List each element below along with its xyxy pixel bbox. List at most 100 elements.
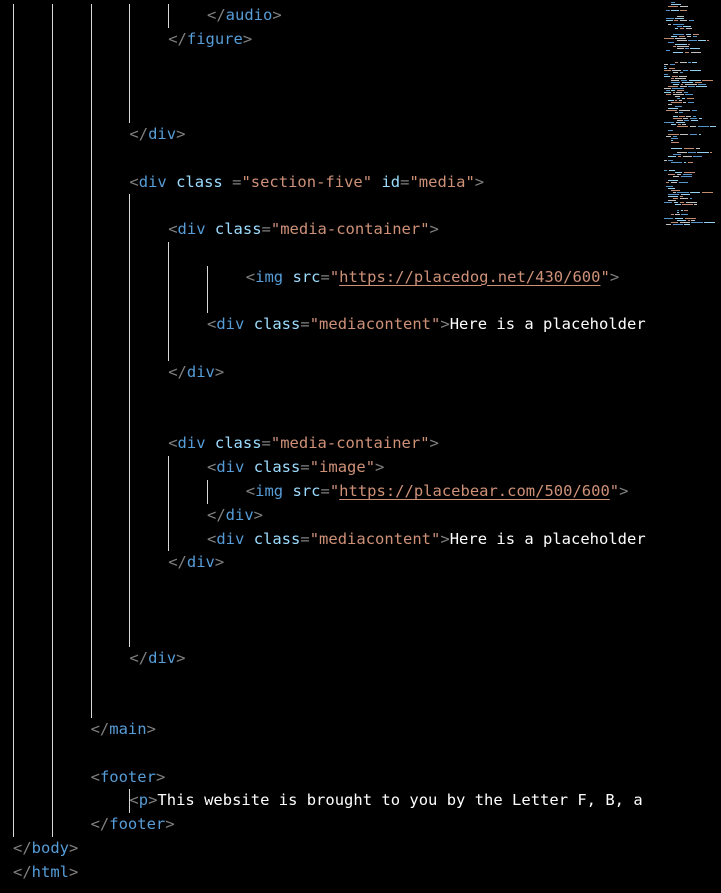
code-line[interactable]: <div class="mediacontent">Here is a plac…	[207, 528, 646, 552]
minimap-strip	[675, 28, 679, 29]
code-line[interactable]: </div>	[129, 123, 185, 147]
minimap-strip	[668, 130, 673, 131]
code-token: >	[146, 720, 156, 738]
indent-guide	[51, 4, 53, 837]
code-token: class	[253, 315, 301, 334]
code-line[interactable]: </footer>	[91, 813, 175, 837]
code-token: </	[90, 815, 110, 834]
minimap-strip	[671, 76, 678, 77]
minimap-strip	[668, 180, 679, 181]
code-token: </	[168, 363, 187, 381]
code-line[interactable]: </main>	[91, 718, 156, 742]
minimap-strip	[664, 170, 668, 171]
code-line[interactable]: </div>	[207, 504, 263, 528]
minimap-strip	[683, 118, 689, 119]
code-token: class	[253, 458, 301, 477]
code-token: >	[69, 839, 79, 857]
minimap-strip	[672, 94, 684, 95]
code-line[interactable]: <div class="mediacontent">Here is a plac…	[207, 313, 646, 337]
minimap-strip	[696, 86, 707, 87]
code-line[interactable]: <p>This website is brought to you by the…	[129, 789, 642, 813]
minimap-strip	[677, 192, 689, 193]
code-line[interactable]: </div>	[168, 551, 224, 575]
minimap-strip	[681, 98, 686, 99]
code-line[interactable]: </html>	[13, 861, 78, 885]
code-token: =	[300, 458, 310, 477]
code-token: div	[138, 172, 167, 191]
minimap-strip	[682, 204, 693, 205]
code-token: src	[292, 482, 321, 500]
minimap-strip	[687, 102, 694, 103]
minimap-strip	[670, 214, 674, 215]
minimap-strip	[677, 16, 684, 17]
code-line[interactable]: </figure>	[168, 28, 252, 52]
minimap-strip	[678, 100, 682, 101]
code-line[interactable]: </audio>	[207, 4, 282, 28]
minimap-strip	[677, 120, 683, 121]
code-token: https://placebear.com/500/600	[339, 482, 610, 500]
minimap-strip	[666, 186, 673, 187]
code-token: </	[129, 125, 149, 143]
minimap-strip	[668, 134, 679, 135]
minimap-strip	[666, 18, 674, 19]
minimap-strip	[675, 62, 679, 63]
minimap-strip	[671, 10, 679, 11]
code-token: img	[255, 482, 284, 500]
code-line[interactable]: <div class="image">	[207, 456, 384, 480]
minimap-strip	[677, 212, 680, 213]
minimap-strip	[679, 222, 690, 223]
code-token: <	[129, 791, 139, 810]
minimap-strip	[685, 48, 689, 49]
minimap-strip	[668, 160, 673, 161]
code-editor[interactable]: </audio> </figure> </div> <div class ="sect…	[0, 0, 660, 893]
code-line[interactable]: <div class="media-container">	[168, 432, 439, 456]
code-token: </	[13, 839, 32, 857]
minimap-strip	[664, 88, 671, 89]
code-line[interactable]: <div class ="section-five" id="media">	[129, 171, 484, 195]
minimap-strip	[672, 46, 676, 47]
minimap-strip	[664, 64, 669, 65]
code-line[interactable]: <img src="https://placedog.net/430/600">	[246, 266, 619, 290]
code-line[interactable]: </div>	[168, 361, 224, 385]
minimap-strip	[688, 152, 696, 153]
minimap-strip	[710, 126, 717, 127]
minimap[interactable]	[660, 0, 721, 893]
code-token: >	[214, 363, 225, 381]
minimap-strip	[668, 196, 679, 197]
code-token: div	[225, 505, 254, 524]
code-token: "	[329, 482, 340, 500]
minimap-strip	[677, 220, 687, 221]
code-token: <	[207, 529, 217, 548]
minimap-strip	[680, 210, 683, 211]
minimap-strip	[672, 72, 679, 73]
minimap-strip	[684, 84, 697, 85]
minimap-strip	[679, 6, 689, 7]
minimap-strip	[679, 28, 685, 29]
minimap-strip	[672, 154, 682, 155]
code-token: >	[609, 267, 620, 286]
minimap-strip	[704, 222, 716, 223]
minimap-strip	[672, 34, 685, 35]
code-line[interactable]: <footer>	[91, 766, 166, 790]
minimap-strip	[682, 156, 692, 157]
minimap-strip	[672, 118, 682, 119]
code-line[interactable]: <div class="media-container">	[168, 218, 439, 242]
code-token: "mediacontent"	[309, 315, 441, 334]
code-line[interactable]: <img src="https://placebear.com/500/600"…	[246, 480, 629, 504]
code-token: >	[253, 505, 264, 524]
minimap-strip	[678, 182, 689, 183]
minimap-strip	[690, 192, 701, 193]
minimap-strip	[670, 190, 681, 191]
code-token: <	[168, 434, 178, 453]
code-token: >	[474, 172, 485, 191]
minimap-strip	[698, 84, 706, 85]
code-line[interactable]: </div>	[129, 647, 185, 671]
minimap-strip	[683, 92, 688, 93]
code-line[interactable]: </body>	[13, 837, 78, 861]
minimap-strip	[677, 210, 680, 211]
minimap-strip	[670, 2, 676, 3]
minimap-strip	[677, 98, 681, 99]
minimap-strip	[675, 44, 687, 45]
minimap-strip	[698, 118, 703, 119]
